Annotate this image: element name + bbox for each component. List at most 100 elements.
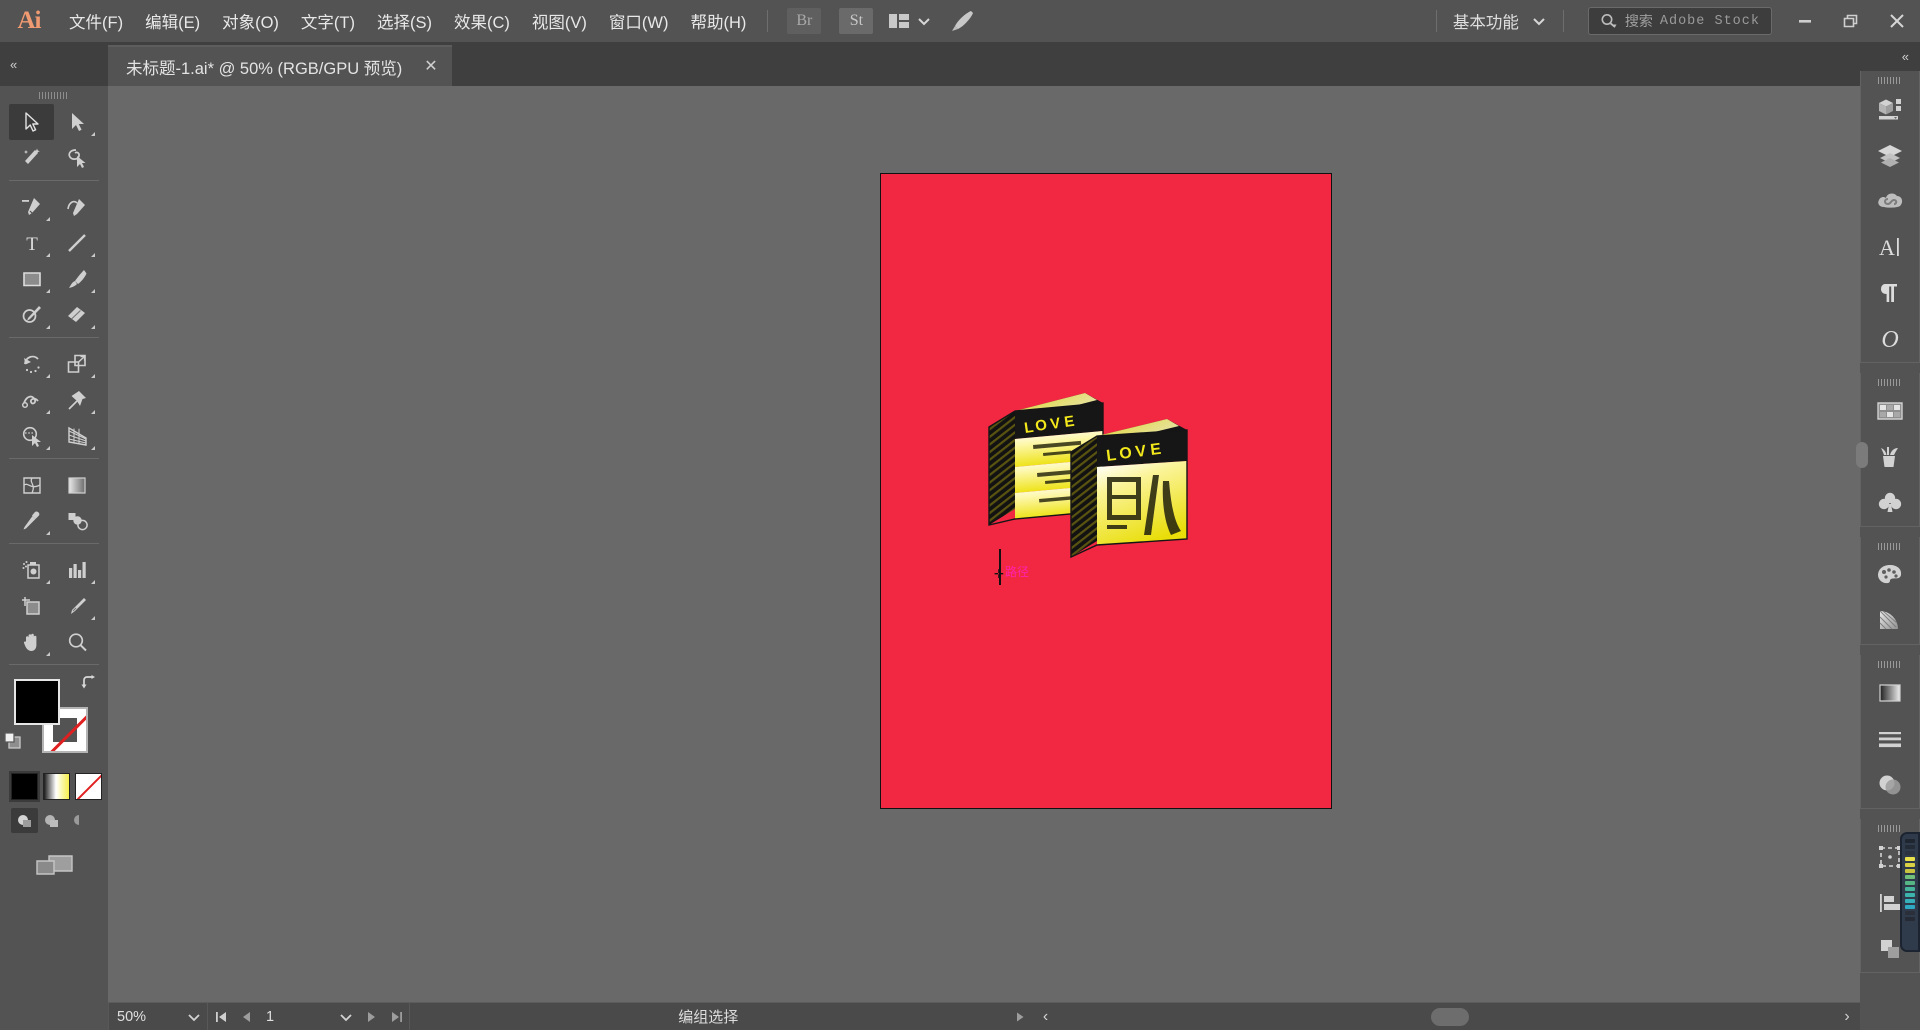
color-panel-icon[interactable] [1861, 552, 1919, 598]
status-text[interactable]: 编组选择 [410, 1006, 1007, 1027]
prev-artboard-button[interactable] [233, 1003, 258, 1030]
mesh-tool[interactable] [9, 467, 54, 503]
swatches-panel-icon[interactable] [1861, 388, 1919, 434]
workspace-switcher[interactable]: 基本功能 [1447, 9, 1553, 33]
toolbar-drag-grip[interactable] [0, 86, 108, 100]
eraser-tool[interactable] [54, 297, 99, 333]
floating-color-strip-panel[interactable] [1900, 832, 1920, 952]
free-transform-tool[interactable] [54, 382, 99, 418]
blend-tool[interactable] [54, 503, 99, 539]
shaper-tool[interactable] [9, 297, 54, 333]
zoom-dropdown-button[interactable] [181, 1003, 207, 1030]
first-artboard-button[interactable] [208, 1003, 233, 1030]
artwork-3d-love-text[interactable]: L O V E L O V E [981, 389, 1241, 589]
none-mode-swatch[interactable] [75, 773, 102, 800]
scroll-left-button[interactable]: ‹ [1033, 1003, 1059, 1030]
direct-selection-tool[interactable] [54, 104, 99, 140]
paintbrush-tool[interactable] [54, 261, 99, 297]
properties-panel-icon[interactable] [1861, 86, 1919, 132]
artboard-tool[interactable] [9, 588, 54, 624]
libraries-panel-icon[interactable] [1861, 178, 1919, 224]
menu-view[interactable]: 视图(V) [521, 0, 598, 42]
column-graph-tool[interactable] [54, 552, 99, 588]
transparency-panel-icon[interactable] [1861, 762, 1919, 808]
paragraph-panel-icon[interactable] [1861, 270, 1919, 316]
type-tool[interactable]: T [9, 225, 54, 261]
zoom-level-input[interactable]: 50% [109, 1002, 181, 1030]
horizontal-scroll-thumb[interactable] [1430, 1007, 1469, 1026]
panel-group-grip[interactable] [1861, 537, 1919, 552]
arrange-documents-button[interactable] [888, 12, 931, 30]
menu-edit[interactable]: 编辑(E) [134, 0, 211, 42]
panel-group-grip[interactable] [1861, 655, 1919, 670]
bridge-button[interactable]: Br [787, 8, 822, 34]
character-panel-icon[interactable]: A [1861, 224, 1919, 270]
last-page-icon [391, 1011, 402, 1022]
shape-builder-tool[interactable] [9, 418, 54, 454]
horizontal-scrollbar[interactable] [1058, 1002, 1834, 1030]
rail-scroll-thumb[interactable] [1856, 442, 1868, 468]
menu-file[interactable]: 文件(F) [58, 0, 134, 42]
menu-select[interactable]: 选择(S) [366, 0, 443, 42]
layers-panel-icon[interactable] [1861, 132, 1919, 178]
magic-wand-tool[interactable] [9, 140, 54, 176]
brushes-panel-icon[interactable] [1861, 434, 1919, 480]
zoom-tool[interactable] [54, 624, 99, 660]
draw-inside-mode[interactable] [65, 808, 92, 833]
gradient-tool[interactable] [54, 467, 99, 503]
close-button[interactable] [1874, 0, 1920, 42]
rotate-tool[interactable] [9, 346, 54, 382]
screen-mode-button[interactable] [0, 851, 108, 879]
scale-tool[interactable] [54, 346, 99, 382]
status-menu-button[interactable] [1007, 1003, 1033, 1030]
gradient-mode-swatch[interactable] [43, 773, 70, 800]
slice-tool[interactable] [54, 588, 99, 624]
minimize-button[interactable] [1782, 0, 1828, 42]
eyedropper-tool[interactable] [9, 503, 54, 539]
gradient-panel-icon[interactable] [1861, 670, 1919, 716]
canvas-area[interactable]: L O V E L O V E ✛ 路径 [108, 86, 1920, 1002]
panel-collapse-button[interactable]: « [1860, 42, 1920, 71]
lasso-tool[interactable] [54, 140, 99, 176]
draw-behind-mode[interactable] [38, 808, 65, 833]
menu-object[interactable]: 对象(O) [211, 0, 290, 42]
document-tab[interactable]: 未标题-1.ai* @ 50% (RGB/GPU 预览) ✕ [108, 45, 452, 86]
artboard[interactable]: L O V E L O V E [880, 173, 1332, 809]
menu-help[interactable]: 帮助(H) [679, 0, 757, 42]
tab-bar-empty [451, 42, 1920, 86]
restore-button[interactable] [1828, 0, 1874, 42]
last-artboard-button[interactable] [384, 1003, 409, 1030]
pen-tool[interactable] [9, 189, 54, 225]
curvature-tool[interactable] [54, 189, 99, 225]
stroke-panel-icon[interactable] [1861, 716, 1919, 762]
color-guide-panel-icon[interactable] [1861, 598, 1919, 644]
perspective-grid-tool[interactable] [54, 418, 99, 454]
next-artboard-button[interactable] [359, 1003, 384, 1030]
stock-button[interactable]: St [839, 8, 874, 34]
artboard-dropdown-button[interactable] [333, 1003, 359, 1030]
toolbar-collapse-button[interactable]: « [0, 42, 108, 86]
selection-tool[interactable] [9, 104, 54, 140]
panel-group-grip[interactable] [1861, 373, 1919, 388]
menu-window[interactable]: 窗口(W) [598, 0, 680, 42]
color-mode-swatch[interactable] [9, 771, 40, 802]
draw-normal-mode[interactable] [11, 808, 38, 833]
line-segment-tool[interactable] [54, 225, 99, 261]
glyphs-panel-icon[interactable]: O [1861, 316, 1919, 362]
document-tab-close-icon[interactable]: ✕ [424, 58, 437, 75]
rectangle-tool[interactable] [9, 261, 54, 297]
search-input[interactable]: 搜索 Adobe Stock [1587, 7, 1772, 35]
width-tool[interactable] [9, 382, 54, 418]
artboard-number-input[interactable]: 1 [258, 1003, 333, 1030]
swap-fill-stroke-button[interactable] [80, 675, 98, 691]
symbols-panel-icon[interactable] [1861, 480, 1919, 526]
fill-swatch[interactable] [14, 679, 60, 725]
hand-tool[interactable] [9, 624, 54, 660]
menu-type[interactable]: 文字(T) [290, 0, 366, 42]
panel-group-grip[interactable] [1861, 71, 1919, 86]
default-fill-stroke-button[interactable] [2, 729, 24, 751]
symbol-sprayer-tool[interactable] [9, 552, 54, 588]
menu-effect[interactable]: 效果(C) [443, 0, 521, 42]
scroll-right-button[interactable]: › [1834, 1003, 1860, 1030]
discover-button[interactable] [949, 9, 975, 33]
